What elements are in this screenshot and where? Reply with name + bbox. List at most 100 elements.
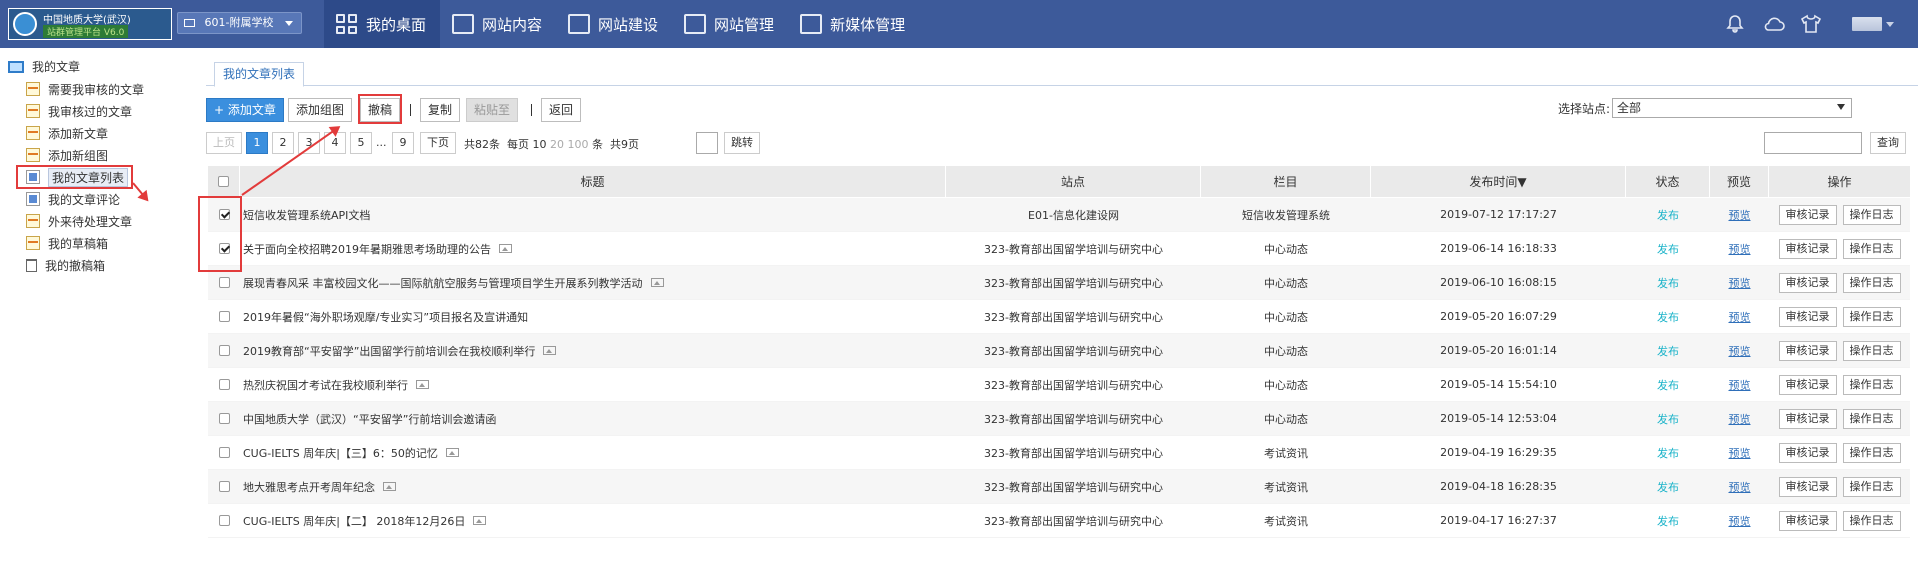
per-page-10[interactable]: 10 [533, 138, 547, 151]
table-row[interactable]: 中国地质大学（武汉）“平安留学”行前培训会邀请函 323-教育部出国留学培训与研究… [208, 402, 1910, 436]
tab-my-article-list[interactable]: 我的文章列表 [214, 62, 305, 87]
header-column[interactable]: 栏目 [1201, 166, 1371, 197]
audit-record-button[interactable]: 审核记录 [1778, 306, 1837, 327]
row-checkbox[interactable] [218, 481, 230, 492]
per-page-100[interactable]: 100 [568, 138, 589, 151]
audit-record-button[interactable]: 审核记录 [1778, 272, 1837, 293]
audit-record-button[interactable]: 审核记录 [1778, 238, 1837, 259]
search-button[interactable]: 查询 [1870, 132, 1906, 154]
table-row[interactable]: CUG-IELTS 周年庆|【三】6：50的记忆 323-教育部出国留学培训与研究… [208, 436, 1910, 470]
article-title[interactable]: 2019年暑假“海外职场观摩/专业实习”项目报名及宣讲通知 [243, 309, 528, 325]
header-site[interactable]: 站点 [946, 166, 1201, 197]
table-row[interactable]: 2019年暑假“海外职场观摩/专业实习”项目报名及宣讲通知 323-教育部出国留学… [208, 300, 1910, 334]
article-title[interactable]: CUG-IELTS 周年庆|【二】 2018年12月26日 [243, 513, 465, 529]
sidebar-item-add-article[interactable]: 添加新文章 [26, 124, 108, 142]
operation-log-button[interactable]: 操作日志 [1842, 238, 1901, 259]
jump-button[interactable]: 跳转 [724, 132, 760, 154]
nav-my-desktop[interactable]: 我的桌面 [324, 0, 441, 48]
audit-record-button[interactable]: 审核记录 [1778, 340, 1837, 361]
sidebar-item-drafts[interactable]: 我的草稿箱 [26, 234, 108, 252]
nav-site-manage[interactable]: 网站管理 [672, 0, 788, 48]
sidebar-item-pending-review[interactable]: 需要我审核的文章 [26, 80, 144, 98]
audit-record-button[interactable]: 审核记录 [1778, 476, 1837, 497]
page-2-button[interactable]: 2 [272, 132, 294, 154]
audit-record-button[interactable]: 审核记录 [1778, 442, 1837, 463]
article-title[interactable]: 2019教育部“平安留学”出国留学行前培训会在我校顺利举行 [243, 343, 535, 359]
article-title[interactable]: 中国地质大学（武汉）“平安留学”行前培训会邀请函 [243, 411, 496, 427]
add-gallery-button[interactable]: 添加组图 [288, 98, 353, 122]
preview-link[interactable]: 预览 [1729, 343, 1751, 359]
site-switcher[interactable]: 601-附属学校 [177, 12, 302, 34]
article-title[interactable]: 短信收发管理系统API文档 [243, 207, 370, 223]
page-last-button[interactable]: 9 [392, 132, 414, 154]
nav-new-media[interactable]: 新媒体管理 [788, 0, 919, 48]
audit-record-button[interactable]: 审核记录 [1778, 204, 1837, 225]
copy-button[interactable]: 复制 [420, 98, 461, 122]
operation-log-button[interactable]: 操作日志 [1842, 340, 1901, 361]
operation-log-button[interactable]: 操作日志 [1842, 476, 1901, 497]
site-select[interactable]: 全部 [1612, 98, 1852, 118]
row-checkbox[interactable] [218, 413, 230, 424]
sidebar-item-withdrawn[interactable]: 我的撤稿箱 [26, 256, 105, 274]
article-title[interactable]: 展现青春风采 丰富校园文化——国际航航空服务与管理项目学生开展系列教学活动 [243, 275, 643, 291]
page-5-button[interactable]: 5 [350, 132, 372, 154]
row-checkbox[interactable] [218, 379, 230, 390]
back-button[interactable]: 返回 [541, 98, 582, 122]
add-article-button[interactable]: + 添加文章 [206, 98, 284, 122]
user-avatar-icon[interactable] [1852, 17, 1894, 31]
university-logo[interactable]: 中国地质大学(武汉) 站群管理平台 V6.0 [8, 8, 172, 40]
prev-page-button[interactable]: 上页 [206, 132, 242, 154]
table-row[interactable]: 地大雅思考点开考周年纪念 323-教育部出国留学培训与研究中心 考试资讯 2019-0… [208, 470, 1910, 504]
audit-record-button[interactable]: 审核记录 [1778, 510, 1837, 531]
operation-log-button[interactable]: 操作日志 [1842, 374, 1901, 395]
table-row[interactable]: 短信收发管理系统API文档 E01-信息化建设网 短信收发管理系统 2019-07-1… [208, 198, 1910, 232]
table-row[interactable]: 2019教育部“平安留学”出国留学行前培训会在我校顺利举行 323-教育部出国留学… [208, 334, 1910, 368]
sidebar-item-external-pending[interactable]: 外来待处理文章 [26, 212, 132, 230]
article-title[interactable]: 地大雅思考点开考周年纪念 [243, 479, 375, 495]
jump-page-input[interactable] [696, 132, 718, 154]
preview-link[interactable]: 预览 [1729, 513, 1751, 529]
operation-log-button[interactable]: 操作日志 [1842, 306, 1901, 327]
article-title[interactable]: 热烈庆祝国才考试在我校顺利举行 [243, 377, 408, 393]
bell-icon[interactable] [1724, 14, 1746, 34]
cloud-icon[interactable] [1762, 14, 1785, 34]
select-all-checkbox[interactable] [218, 176, 229, 187]
row-checkbox[interactable] [218, 277, 230, 288]
article-title[interactable]: 关于面向全校招聘2019年暑期雅思考场助理的公告 [243, 241, 491, 257]
table-row[interactable]: 展现青春风采 丰富校园文化——国际航航空服务与管理项目学生开展系列教学活动 323… [208, 266, 1910, 300]
table-row[interactable]: CUG-IELTS 周年庆|【二】 2018年12月26日 323-教育部出国留学… [208, 504, 1910, 538]
per-page-20[interactable]: 20 [550, 138, 564, 151]
operation-log-button[interactable]: 操作日志 [1842, 204, 1901, 225]
audit-record-button[interactable]: 审核记录 [1778, 408, 1837, 429]
tree-root-my-articles[interactable]: 我的文章 [8, 58, 80, 75]
preview-link[interactable]: 预览 [1729, 445, 1751, 461]
operation-log-button[interactable]: 操作日志 [1842, 408, 1901, 429]
header-title[interactable]: 标题 [240, 166, 946, 197]
page-1-button[interactable]: 1 [246, 132, 268, 154]
preview-link[interactable]: 预览 [1729, 479, 1751, 495]
row-checkbox[interactable] [218, 447, 230, 458]
table-row[interactable]: 关于面向全校招聘2019年暑期雅思考场助理的公告 323-教育部出国留学培训与研究… [208, 232, 1910, 266]
article-title[interactable]: CUG-IELTS 周年庆|【三】6：50的记忆 [243, 445, 438, 461]
row-checkbox[interactable] [218, 345, 230, 356]
search-input[interactable] [1764, 132, 1862, 154]
preview-link[interactable]: 预览 [1729, 241, 1751, 257]
sidebar-item-reviewed[interactable]: 我审核过的文章 [26, 102, 132, 120]
preview-link[interactable]: 预览 [1729, 309, 1751, 325]
row-checkbox[interactable] [218, 515, 230, 526]
shirt-icon[interactable] [1800, 14, 1822, 34]
next-page-button[interactable]: 下页 [420, 132, 456, 154]
audit-record-button[interactable]: 审核记录 [1778, 374, 1837, 395]
preview-link[interactable]: 预览 [1729, 275, 1751, 291]
preview-link[interactable]: 预览 [1729, 207, 1751, 223]
sidebar-item-comments[interactable]: 我的文章评论 [26, 190, 120, 208]
operation-log-button[interactable]: 操作日志 [1842, 272, 1901, 293]
header-publish-time[interactable]: 发布时间▼ [1371, 166, 1626, 197]
row-checkbox[interactable] [218, 311, 230, 322]
nav-site-build[interactable]: 网站建设 [556, 0, 672, 48]
operation-log-button[interactable]: 操作日志 [1842, 442, 1901, 463]
sidebar-item-add-gallery[interactable]: 添加新组图 [26, 146, 108, 164]
operation-log-button[interactable]: 操作日志 [1842, 510, 1901, 531]
nav-site-content[interactable]: 网站内容 [440, 0, 556, 48]
preview-link[interactable]: 预览 [1729, 411, 1751, 427]
